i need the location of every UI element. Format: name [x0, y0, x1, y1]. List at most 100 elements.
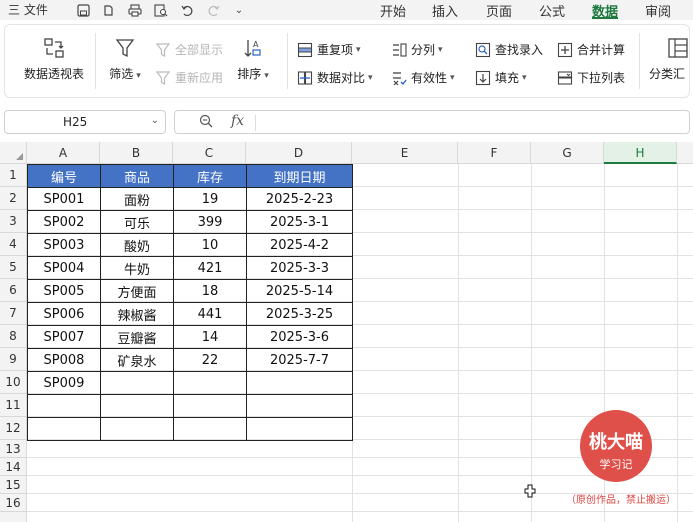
- duplicates-button[interactable]: 重复项 ▾: [297, 41, 361, 58]
- cell[interactable]: 2025-3-3: [246, 256, 353, 280]
- fx-icon[interactable]: fx: [231, 113, 244, 129]
- cell[interactable]: 441: [173, 302, 247, 326]
- save-icon[interactable]: [74, 0, 92, 20]
- cell[interactable]: 2025-7-7: [246, 348, 353, 372]
- sort-button[interactable]: A 排序 ▾: [233, 37, 273, 82]
- row-header-3[interactable]: 3: [0, 210, 27, 233]
- cell[interactable]: 18: [173, 279, 247, 303]
- subtotal-button[interactable]: 分类汇: [649, 37, 693, 82]
- cell[interactable]: [246, 417, 353, 441]
- row-header-13[interactable]: 13: [0, 440, 27, 458]
- tab-formulas[interactable]: 公式: [539, 1, 565, 20]
- export-icon[interactable]: [99, 0, 117, 20]
- tab-insert[interactable]: 插入: [432, 1, 458, 20]
- lookup-entry-button[interactable]: 查找录入: [475, 41, 543, 58]
- cell[interactable]: 2025-2-23: [246, 187, 353, 211]
- chevron-down-icon[interactable]: ⌄: [230, 0, 248, 20]
- column-header-g[interactable]: G: [531, 142, 604, 164]
- row-header-2[interactable]: 2: [0, 187, 27, 210]
- row-header-16[interactable]: 16: [0, 494, 27, 512]
- cell[interactable]: SP009: [27, 371, 101, 395]
- row-header-1[interactable]: 1: [0, 164, 27, 187]
- cell[interactable]: SP007: [27, 325, 101, 349]
- cell[interactable]: 2025-3-1: [246, 210, 353, 234]
- row-header-8[interactable]: 8: [0, 325, 27, 348]
- pivot-table-button[interactable]: 数据透视表: [19, 37, 89, 82]
- column-header-f[interactable]: F: [458, 142, 531, 164]
- cell[interactable]: SP001: [27, 187, 101, 211]
- column-header-b[interactable]: B: [100, 142, 173, 164]
- fill-button[interactable]: 填充 ▾: [475, 69, 527, 86]
- zoom-icon[interactable]: [199, 114, 213, 132]
- cell[interactable]: 399: [173, 210, 247, 234]
- row-header-7[interactable]: 7: [0, 302, 27, 325]
- select-all-corner[interactable]: [0, 142, 27, 164]
- consolidate-button[interactable]: 合并计算: [557, 41, 625, 58]
- cell[interactable]: SP004: [27, 256, 101, 280]
- print-icon[interactable]: [126, 0, 144, 20]
- cell[interactable]: 面粉: [100, 187, 174, 211]
- cell[interactable]: [173, 371, 247, 395]
- cell[interactable]: 矿泉水: [100, 348, 174, 372]
- file-menu[interactable]: 三 文件: [8, 1, 48, 18]
- tab-home[interactable]: 开始: [380, 1, 406, 20]
- cell[interactable]: SP003: [27, 233, 101, 257]
- cell[interactable]: 19: [173, 187, 247, 211]
- cell[interactable]: 可乐: [100, 210, 174, 234]
- cell[interactable]: 酸奶: [100, 233, 174, 257]
- cell[interactable]: SP006: [27, 302, 101, 326]
- data-compare-button[interactable]: 数据对比 ▾: [297, 69, 373, 86]
- cell[interactable]: [100, 417, 174, 441]
- row-header-12[interactable]: 12: [0, 417, 27, 440]
- redo-icon[interactable]: [204, 0, 222, 20]
- cell[interactable]: [246, 394, 353, 418]
- cell[interactable]: 2025-3-25: [246, 302, 353, 326]
- cell[interactable]: 方便面: [100, 279, 174, 303]
- dropdown-list-button[interactable]: 下拉列表: [557, 69, 625, 86]
- cell[interactable]: 2025-3-6: [246, 325, 353, 349]
- cell[interactable]: SP002: [27, 210, 101, 234]
- cell[interactable]: [173, 417, 247, 441]
- row-header-6[interactable]: 6: [0, 279, 27, 302]
- tab-review[interactable]: 审阅: [645, 1, 671, 20]
- tab-page[interactable]: 页面: [486, 1, 512, 20]
- print-preview-icon[interactable]: [152, 0, 170, 20]
- formula-bar[interactable]: fx: [174, 110, 690, 134]
- cell[interactable]: 22: [173, 348, 247, 372]
- header-cell-id[interactable]: 编号: [27, 164, 101, 188]
- cell[interactable]: 豆瓣酱: [100, 325, 174, 349]
- cell[interactable]: 辣椒酱: [100, 302, 174, 326]
- split-column-button[interactable]: 分列 ▾: [391, 41, 443, 58]
- cell[interactable]: [27, 394, 101, 418]
- header-cell-product[interactable]: 商品: [100, 164, 174, 188]
- row-header-10[interactable]: 10: [0, 371, 27, 394]
- cell[interactable]: SP005: [27, 279, 101, 303]
- validity-button[interactable]: 有效性 ▾: [391, 69, 455, 86]
- cell[interactable]: [173, 394, 247, 418]
- cell[interactable]: 421: [173, 256, 247, 280]
- cell[interactable]: 14: [173, 325, 247, 349]
- column-header-e[interactable]: E: [352, 142, 458, 164]
- cell[interactable]: SP008: [27, 348, 101, 372]
- row-header-14[interactable]: 14: [0, 458, 27, 476]
- row-header-4[interactable]: 4: [0, 233, 27, 256]
- header-cell-expiry[interactable]: 到期日期: [246, 164, 353, 188]
- cell[interactable]: [100, 371, 174, 395]
- cell[interactable]: [100, 394, 174, 418]
- column-header-a[interactable]: A: [27, 142, 100, 164]
- chevron-down-icon[interactable]: ⌄: [151, 115, 159, 126]
- column-header-c[interactable]: C: [173, 142, 246, 164]
- row-header-11[interactable]: 11: [0, 394, 27, 417]
- show-all-button[interactable]: 全部显示: [155, 41, 223, 58]
- row-header-9[interactable]: 9: [0, 348, 27, 371]
- column-header-d[interactable]: D: [246, 142, 352, 164]
- cell[interactable]: 2025-5-14: [246, 279, 353, 303]
- cell[interactable]: 牛奶: [100, 256, 174, 280]
- header-cell-stock[interactable]: 库存: [173, 164, 247, 188]
- cell[interactable]: 2025-4-2: [246, 233, 353, 257]
- column-header-h[interactable]: H: [604, 142, 677, 164]
- name-box[interactable]: H25 ⌄: [4, 110, 166, 134]
- reapply-button[interactable]: 重新应用: [155, 69, 223, 86]
- row-header-15[interactable]: 15: [0, 476, 27, 494]
- cell[interactable]: 10: [173, 233, 247, 257]
